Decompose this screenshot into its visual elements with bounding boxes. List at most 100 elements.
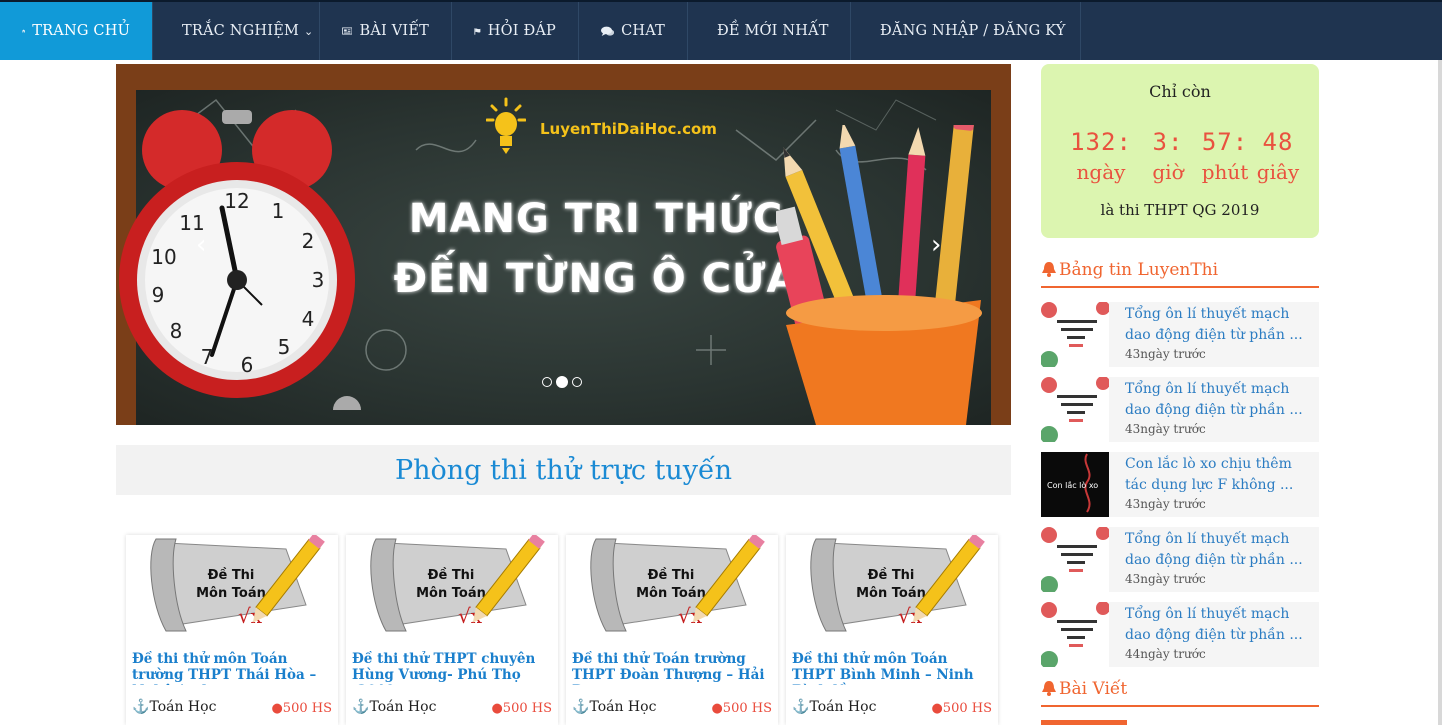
countdown-seconds: 48 [1262,128,1294,156]
news-thumbnail [1041,602,1109,667]
exam-card-subject-label: Toán Học [809,699,877,715]
thumb-line-2: Môn Toán [196,586,266,601]
exam-card-price-label: 500 HS [942,701,992,716]
exam-math-thumbnail: Đề Thi Môn Toán √x [150,535,325,632]
nav-latest-exams-label: ĐỀ MỚI NHẤT [717,23,829,39]
exam-card-title[interactable]: Đề thi thử môn Toán THPT Bình Minh – Nin… [792,651,992,685]
news-thumbnail [1041,527,1109,592]
exam-card-subject-label: Toán Học [589,699,657,715]
exam-card-price: ●500 HS [711,701,772,716]
nav-chat[interactable]: CHAT [579,2,688,60]
news-item[interactable]: Con lắc lò xo Con lắc lò xo chịu thêm tá… [1041,452,1319,517]
news-item-title[interactable]: Tổng ôn lí thuyết mạch dao động điện từ … [1125,304,1313,346]
svg-text:7: 7 [201,345,214,369]
nav-articles-label: BÀI VIẾT [359,23,429,39]
svg-text:3: 3 [312,268,325,292]
carousel-dot-1[interactable] [542,377,552,387]
brand-logo-text: LuyenThiDaiHoc.com [540,120,717,138]
articles-tab-indicator [1041,720,1127,725]
svg-text:2: 2 [302,229,315,253]
carousel-next-arrow[interactable]: › [931,230,941,260]
slogan-line-1: MANG TRI THỨC [408,196,784,242]
svg-text:6: 6 [241,353,254,377]
slogan-line-2: ĐẾN TỪNG Ô CỬA [393,256,799,302]
exam-card-price: ●500 HS [931,701,992,716]
exam-card-title[interactable]: Đề thi thử THPT chuyên Hùng Vương- Phú T… [352,651,552,685]
carousel-dot-3[interactable] [572,377,582,387]
news-thumbnail-text: Con lắc lò xo [1047,480,1098,490]
svg-text:4: 4 [302,307,315,331]
exam-math-thumbnail: Đề Thi Môn Toán √x [590,535,765,632]
countdown-values: 132: ngày 3: giờ 57: phút 48 giây [1063,128,1303,184]
user-icon: ● [491,701,503,716]
thumb-line-2: Môn Toán [416,586,486,601]
articles-heading: Bài Viết [1041,679,1319,707]
thumb-line-1: Đề Thi [868,568,915,583]
news-item[interactable]: Tổng ôn lí thuyết mạch dao động điện từ … [1041,377,1319,442]
nav-home-label: TRANG CHỦ [32,23,130,39]
page-scrollbar[interactable] [1438,60,1442,725]
exam-card-price: ●500 HS [491,701,552,716]
exam-math-thumbnail: Đề Thi Môn Toán √x [810,535,985,632]
exam-card[interactable]: Đề Thi Môn Toán √x Đề thi thử Toán trườn… [566,535,778,725]
thumb-line-1: Đề Thi [648,568,695,583]
double-chevron-down-icon: ⌄ [304,24,314,38]
exam-card[interactable]: Đề Thi Môn Toán √x Đề thi thử môn Toán t… [126,535,338,725]
exam-math-thumbnail: Đề Thi Môn Toán √x [370,535,545,632]
nav-quiz-label: TRẮC NGHIỆM [182,23,300,39]
news-thumbnail: Con lắc lò xo [1041,452,1109,517]
exam-card-price-label: 500 HS [282,701,332,716]
nav-articles[interactable]: BÀI VIẾT [320,2,452,60]
news-item[interactable]: Tổng ôn lí thuyết mạch dao động điện từ … [1041,602,1319,667]
top-navbar: TRANG CHỦ ? TRẮC NGHIỆM ⌄ BÀI VIẾT HỎI Đ… [0,0,1442,60]
exam-countdown: Chỉ còn 132: ngày 3: giờ 57: phút 48 giây là… [1041,64,1319,238]
exam-card-title[interactable]: Đề thi thử Toán trường THPT Đoàn Thượng … [572,651,772,685]
news-item-title[interactable]: Tổng ôn lí thuyết mạch dao động điện từ … [1125,604,1313,646]
news-feed-title: Bảng tin LuyenThi [1059,260,1219,280]
exam-card-subject: ⚓Toán Học [572,699,656,715]
countdown-minutes-unit: phút [1201,160,1249,184]
online-exam-section-header: Phòng thi thử trực tuyến [116,445,1011,495]
countdown-hours: 3 [1152,128,1168,156]
exam-card-price-label: 500 HS [502,701,552,716]
exam-card-subject-label: Toán Học [149,699,217,715]
countdown-days-unit: ngày [1076,160,1126,184]
exam-card-subject-label: Toán Học [369,699,437,715]
exam-card[interactable]: Đề Thi Môn Toán √x Đề thi thử THPT chuyê… [346,535,558,725]
countdown-days: 132 [1070,128,1117,156]
anchor-icon: ⚓ [792,699,810,715]
news-item[interactable]: Tổng ôn lí thuyết mạch dao động điện từ … [1041,302,1319,367]
nav-qa[interactable]: HỎI ĐÁP [452,2,579,60]
news-item[interactable]: Tổng ôn lí thuyết mạch dao động điện từ … [1041,527,1319,592]
hero-carousel[interactable]: LuyenThiDaiHoc.com MANG TRI THỨC ĐẾN TỪN… [116,64,1011,425]
exam-card-subject: ⚓Toán Học [132,699,216,715]
news-item-time: 43ngày trước [1125,497,1206,511]
exam-card-price: ●500 HS [271,701,332,716]
news-item-title[interactable]: Tổng ôn lí thuyết mạch dao động điện từ … [1125,529,1313,571]
countdown-hours-unit: giờ [1152,160,1184,184]
nav-home[interactable]: TRANG CHỦ [0,2,153,60]
nav-latest-exams[interactable]: ĐỀ MỚI NHẤT [688,2,851,60]
carousel-dot-2[interactable] [556,376,568,388]
news-thumbnail [1041,377,1109,442]
exam-card-title[interactable]: Đề thi thử môn Toán trường THPT Thái Hòa… [132,651,332,685]
nav-quiz[interactable]: ? TRẮC NGHIỆM ⌄ [153,2,320,60]
countdown-minutes: 57 [1201,128,1233,156]
carousel-prev-arrow[interactable]: ‹ [196,230,206,260]
flag-icon [474,27,481,35]
alarm-clock-illustration: 12 12 345 678 91011 [119,110,361,410]
news-item-title[interactable]: Tổng ôn lí thuyết mạch dao động điện từ … [1125,379,1313,421]
anchor-icon: ⚓ [352,699,370,715]
news-item-title[interactable]: Con lắc lò xo chịu thêm tác dụng lực F k… [1125,454,1313,496]
exam-card-subject: ⚓Toán Học [792,699,876,715]
nav-chat-label: CHAT [621,23,665,39]
exam-card[interactable]: Đề Thi Môn Toán √x Đề thi thử môn Toán T… [786,535,998,725]
nav-login-register-label: ĐĂNG NHẬP / ĐĂNG KÝ [880,23,1066,39]
news-feed-heading: Bảng tin LuyenThi [1041,260,1319,288]
chalkboard-banner: LuyenThiDaiHoc.com MANG TRI THỨC ĐẾN TỪN… [119,90,991,425]
carousel-indicators [542,376,582,388]
svg-text:8: 8 [170,319,183,343]
anchor-icon: ⚓ [572,699,590,715]
nav-login-register[interactable]: ĐĂNG NHẬP / ĐĂNG KÝ [851,2,1081,60]
user-icon: ● [271,701,283,716]
